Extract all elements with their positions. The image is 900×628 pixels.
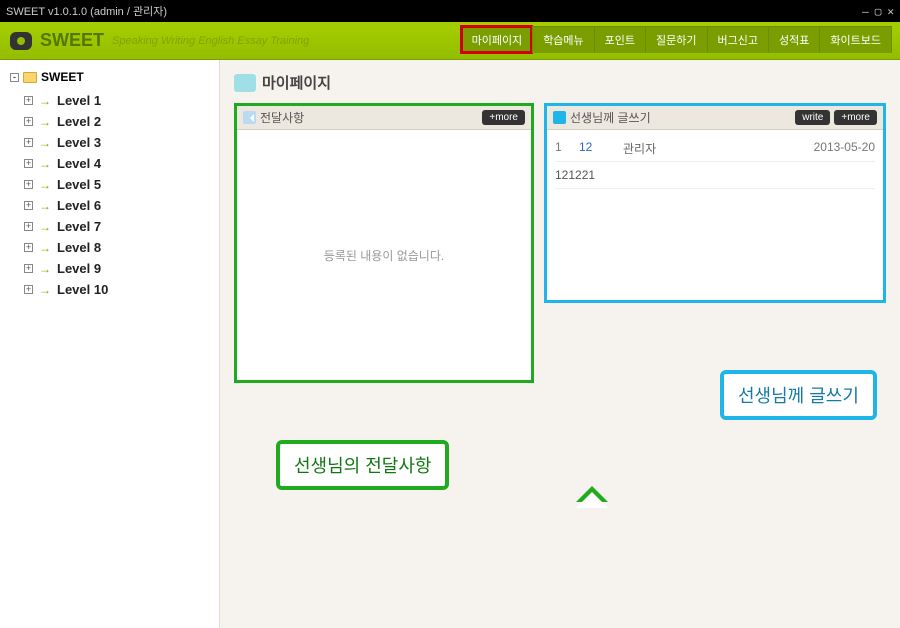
tree-item-level-5[interactable]: + → Level 5 [10,174,209,195]
nav-tab-report[interactable]: 성적표 [768,26,819,53]
logo-icon [10,32,32,50]
post-time-row: 121221 [555,162,875,189]
sidebar: - SWEET + → Level 1 + → Level 2 + → Level 3 + →… [0,60,220,628]
expand-icon[interactable]: + [24,159,33,168]
page-title: 마이페이지 [262,72,331,93]
tree-item-level-6[interactable]: + → Level 6 [10,195,209,216]
nav-tab-qna[interactable]: 질문하기 [645,26,706,53]
panel-header-icon [553,111,566,124]
write-panel-header: 선생님께 글쓰기 write +more [547,106,883,130]
nav-tab-bug[interactable]: 버그신고 [707,26,768,53]
notice-more-button[interactable]: +more [482,110,525,125]
tree-item-level-8[interactable]: + → Level 8 [10,237,209,258]
nav-tab-white[interactable]: 화이트보드 [819,26,892,53]
tree-item-label: Level 5 [57,177,101,192]
maximize-button[interactable]: ▢ [875,5,882,18]
minimize-button[interactable]: — [862,5,869,18]
tree-item-label: Level 9 [57,261,101,276]
window-title-bar: SWEET v1.0.1.0 (admin / 관리자) — ▢ ✕ [0,0,900,22]
page-icon [234,74,256,92]
close-button[interactable]: ✕ [887,5,894,18]
tree-item-level-4[interactable]: + → Level 4 [10,153,209,174]
tree-item-label: Level 2 [57,114,101,129]
top-nav: 마이페이지 학습메뉴 포인트 질문하기 버그신고 성적표 화이트보드 [461,26,892,53]
expand-icon[interactable]: + [24,264,33,273]
callout-teacher-notice: 선생님의 전달사항 [276,440,449,490]
post-time: 121221 [555,168,595,182]
notice-panel-header: 전달사항 +more [237,106,531,130]
notice-panel-body: 등록된 내용이 없습니다. [237,130,531,380]
write-panel-body: 1 12 관리자 2013-05-20 121221 [547,130,883,195]
tree-item-label: Level 3 [57,135,101,150]
arrow-icon: → [39,94,51,108]
write-panel: 선생님께 글쓰기 write +more 1 12 관리자 2013-05-20 [544,103,886,303]
tree-item-label: Level 1 [57,93,101,108]
post-row-title[interactable]: 12 [579,140,609,157]
nav-tab-study[interactable]: 학습메뉴 [532,26,593,53]
tree-item-label: Level 6 [57,198,101,213]
collapse-icon[interactable]: - [10,73,19,82]
brand-bar: SWEET Speaking Writing English Essay Tra… [0,22,900,60]
brand-subtitle: Speaking Writing English Essay Training [112,35,309,47]
arrow-icon: → [39,115,51,129]
tree-root-label: SWEET [41,70,84,84]
write-more-button[interactable]: +more [834,110,877,125]
nav-tab-mypage[interactable]: 마이페이지 [461,26,533,53]
notice-panel-title: 전달사항 [260,109,304,126]
window-controls: — ▢ ✕ [862,5,894,18]
panel-header-icon [243,111,256,124]
brand-title: SWEET [40,30,104,51]
tree-item-level-1[interactable]: + → Level 1 [10,90,209,111]
arrow-icon: → [39,241,51,255]
write-panel-title: 선생님께 글쓰기 [570,109,651,126]
page-header: 마이페이지 [234,72,886,93]
tree-item-level-7[interactable]: + → Level 7 [10,216,209,237]
post-row[interactable]: 1 12 관리자 2013-05-20 [555,136,875,162]
expand-icon[interactable]: + [24,138,33,147]
tree-item-label: Level 4 [57,156,101,171]
expand-icon[interactable]: + [24,96,33,105]
write-button[interactable]: write [795,110,830,125]
callout-teacher-write: 선생님께 글쓰기 [720,370,877,420]
tree-item-level-10[interactable]: + → Level 10 [10,279,209,300]
expand-icon[interactable]: + [24,180,33,189]
notice-empty-text: 등록된 내용이 없습니다. [324,247,444,264]
post-row-author: 관리자 [623,140,683,157]
arrow-icon: → [39,220,51,234]
arrow-icon: → [39,283,51,297]
window-title: SWEET v1.0.1.0 (admin / 관리자) [6,3,167,19]
arrow-icon: → [39,178,51,192]
expand-icon[interactable]: + [24,222,33,231]
tree-item-label: Level 7 [57,219,101,234]
expand-icon[interactable]: + [24,201,33,210]
arrow-icon: → [39,136,51,150]
tree-item-level-3[interactable]: + → Level 3 [10,132,209,153]
arrow-icon: → [39,199,51,213]
tree-item-level-9[interactable]: + → Level 9 [10,258,209,279]
content-area: 마이페이지 전달사항 +more 등록된 내용이 없습니다. [220,60,900,628]
expand-icon[interactable]: + [24,285,33,294]
tree-item-label: Level 8 [57,240,101,255]
tree-item-level-2[interactable]: + → Level 2 [10,111,209,132]
arrow-icon: → [39,157,51,171]
folder-icon [23,72,37,83]
tree-root[interactable]: - SWEET [10,70,209,84]
post-row-num: 1 [555,140,565,157]
expand-icon[interactable]: + [24,117,33,126]
post-row-date: 2013-05-20 [814,140,875,157]
nav-tab-point[interactable]: 포인트 [594,26,645,53]
tree-item-label: Level 10 [57,282,108,297]
expand-icon[interactable]: + [24,243,33,252]
arrow-icon: → [39,262,51,276]
callout-pointer-icon [576,476,608,508]
notice-panel: 전달사항 +more 등록된 내용이 없습니다. [234,103,534,383]
